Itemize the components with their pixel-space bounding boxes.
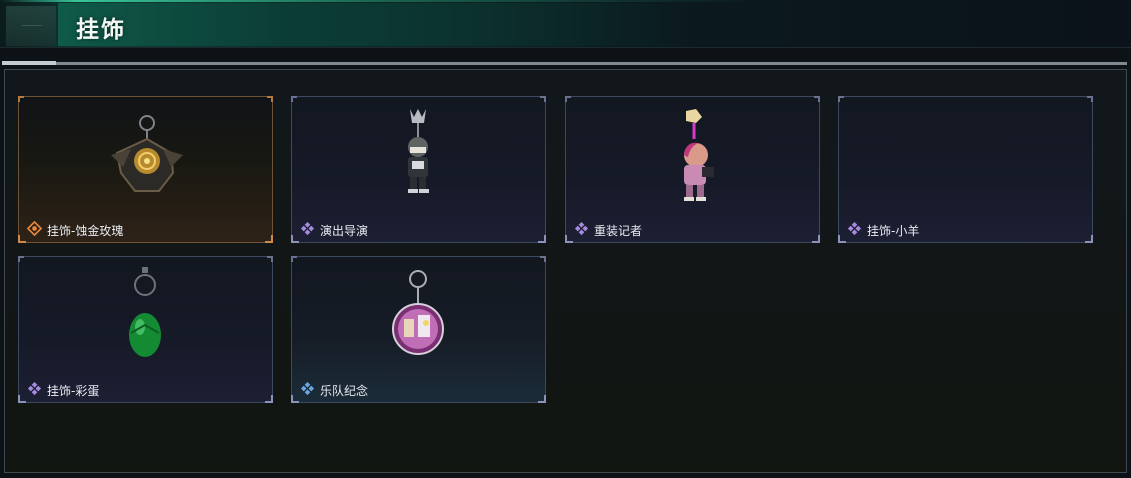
header-glow-line	[0, 0, 760, 2]
rarity-epic-icon	[300, 221, 315, 236]
rarity-epic-icon	[847, 221, 862, 236]
item-card[interactable]: 乐队纪念	[291, 256, 546, 403]
rarity-epic-icon	[574, 221, 589, 236]
header-bar: 挂饰	[0, 0, 1131, 48]
item-card[interactable]: 挂饰-小羊	[838, 96, 1093, 243]
item-card[interactable]: 挂饰-彩蛋	[18, 256, 273, 403]
tab-strip	[2, 61, 1127, 65]
rarity-rare-icon	[300, 381, 315, 396]
item-name: 挂饰-小羊	[867, 224, 920, 238]
item-name: 挂饰-蚀金玫瑰	[47, 224, 124, 238]
tab-indicator-active[interactable]	[2, 61, 56, 65]
item-card[interactable]: 挂饰-蚀金玫瑰	[18, 96, 273, 243]
title-band	[58, 3, 698, 46]
item-card[interactable]: 重装记者	[565, 96, 820, 243]
item-card[interactable]: 演出导演	[291, 96, 546, 243]
item-name: 乐队纪念	[320, 384, 369, 398]
page-title: 挂饰	[76, 17, 126, 43]
items-panel: 挂饰-蚀金玫瑰 演出导演 重装记者 挂饰-小羊 挂饰-彩蛋 乐队纪念	[4, 69, 1127, 473]
item-name: 演出导演	[320, 224, 369, 238]
item-name: 重装记者	[594, 224, 643, 238]
rarity-legendary-icon	[27, 221, 42, 236]
item-name: 挂饰-彩蛋	[47, 384, 100, 398]
menu-toggle-button[interactable]	[6, 6, 56, 46]
rarity-epic-icon	[27, 381, 42, 396]
